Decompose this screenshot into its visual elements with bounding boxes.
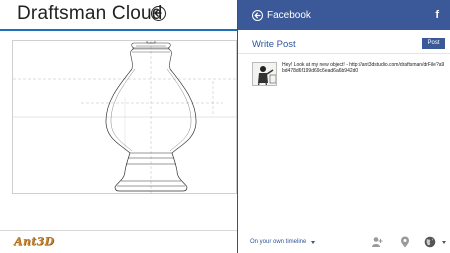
audience-selector[interactable]: On your own timeline bbox=[250, 239, 306, 245]
facebook-logo-icon: f bbox=[435, 9, 439, 21]
location-icon[interactable] bbox=[400, 236, 410, 248]
chevron-down-icon[interactable] bbox=[311, 241, 315, 244]
back-arrow-icon[interactable] bbox=[252, 10, 263, 21]
draftsman-app: Draftsman Cloud Ant3D bbox=[0, 0, 238, 253]
post-message[interactable]: Hey! Look at my new object! - http://ant… bbox=[282, 62, 447, 74]
share-footer: On your own timeline bbox=[238, 232, 450, 253]
post-button[interactable]: Post bbox=[422, 38, 445, 49]
footer-divider bbox=[0, 230, 237, 231]
circle-arrow-left-icon[interactable] bbox=[151, 6, 166, 21]
facebook-share-pane: Facebook f Write Post Post Hey! Look at … bbox=[237, 0, 450, 253]
vase-drawing bbox=[13, 41, 238, 195]
globe-icon[interactable] bbox=[424, 236, 436, 248]
app-title: Draftsman Cloud bbox=[17, 3, 163, 24]
header-divider bbox=[0, 29, 237, 31]
ant3d-logo: Ant3D bbox=[14, 235, 55, 248]
chevron-down-icon[interactable] bbox=[442, 241, 446, 244]
share-title: Facebook bbox=[267, 10, 311, 21]
drawing-canvas[interactable] bbox=[12, 40, 238, 195]
add-person-icon[interactable] bbox=[371, 236, 383, 248]
share-header: Facebook f bbox=[238, 0, 450, 30]
post-thumbnail bbox=[252, 62, 277, 86]
write-post-label: Write Post bbox=[252, 39, 296, 50]
compose-divider bbox=[238, 53, 450, 54]
app-header: Draftsman Cloud bbox=[0, 0, 237, 28]
